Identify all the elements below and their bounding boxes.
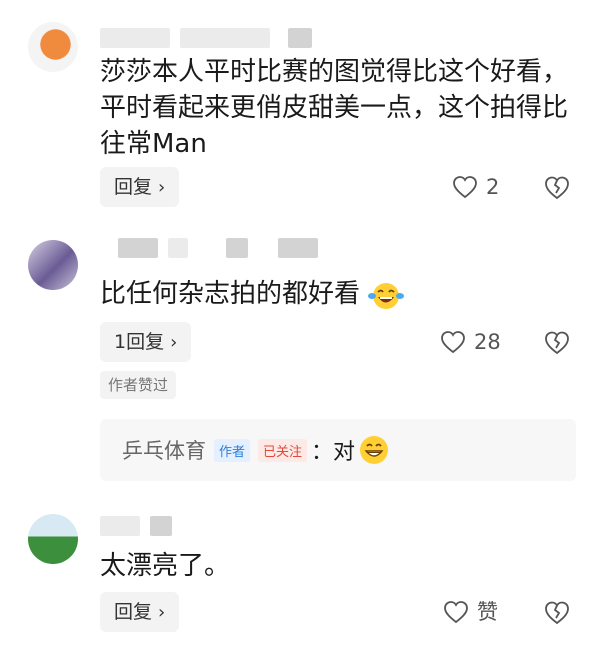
chevron-right-icon: ›	[158, 602, 166, 623]
reply-label: 回复	[114, 601, 153, 623]
broken-heart-icon[interactable]	[543, 598, 571, 626]
comment-text-body: 比任何杂志拍的都好看	[100, 279, 361, 309]
like-button[interactable]: 赞	[443, 597, 498, 627]
chevron-right-icon: ›	[170, 332, 178, 353]
author-tag: 作者	[214, 438, 251, 462]
like-label: 赞	[477, 600, 498, 624]
avatar[interactable]	[28, 240, 78, 290]
reply-button[interactable]: 1回复 ›	[100, 322, 192, 362]
sub-reply-text: ：对	[311, 440, 356, 465]
like-button[interactable]: 2	[452, 172, 499, 202]
chevron-right-icon: ›	[158, 177, 166, 198]
username-blurred[interactable]	[100, 516, 182, 536]
comment-text: 太漂亮了。	[100, 551, 231, 581]
like-count: 28	[474, 330, 501, 354]
avatar[interactable]	[28, 514, 78, 564]
broken-heart-icon[interactable]	[543, 328, 571, 356]
sub-reply-author[interactable]: 乒乓体育	[122, 435, 206, 465]
avatar[interactable]	[28, 22, 78, 72]
following-tag: 已关注	[258, 438, 308, 462]
heart-outline-icon	[441, 331, 465, 354]
reply-button[interactable]: 回复 ›	[100, 592, 180, 632]
reply-button[interactable]: 回复 ›	[100, 167, 180, 207]
laughing-tears-emoji-icon	[368, 282, 405, 309]
username-blurred[interactable]	[100, 28, 322, 48]
like-count: 2	[486, 175, 500, 199]
sub-reply[interactable]: 乒乓体育 作者 已关注 ：对	[100, 419, 576, 481]
comment-text: 莎莎本人平时比赛的图觉得比这个好看，平时看起来更俏皮甜美一点，这个拍得比往常Ma…	[100, 57, 569, 159]
grinning-face-emoji-icon	[360, 436, 389, 464]
broken-heart-icon[interactable]	[543, 173, 571, 201]
reply-label: 1回复	[114, 331, 165, 353]
heart-outline-icon	[444, 601, 468, 624]
heart-outline-icon	[453, 176, 477, 199]
like-button[interactable]: 28	[440, 327, 501, 357]
reply-label: 回复	[114, 176, 153, 198]
username-blurred[interactable]	[118, 238, 328, 258]
author-liked-badge: 作者赞过	[100, 371, 177, 399]
comment-text: 比任何杂志拍的都好看	[100, 276, 580, 312]
